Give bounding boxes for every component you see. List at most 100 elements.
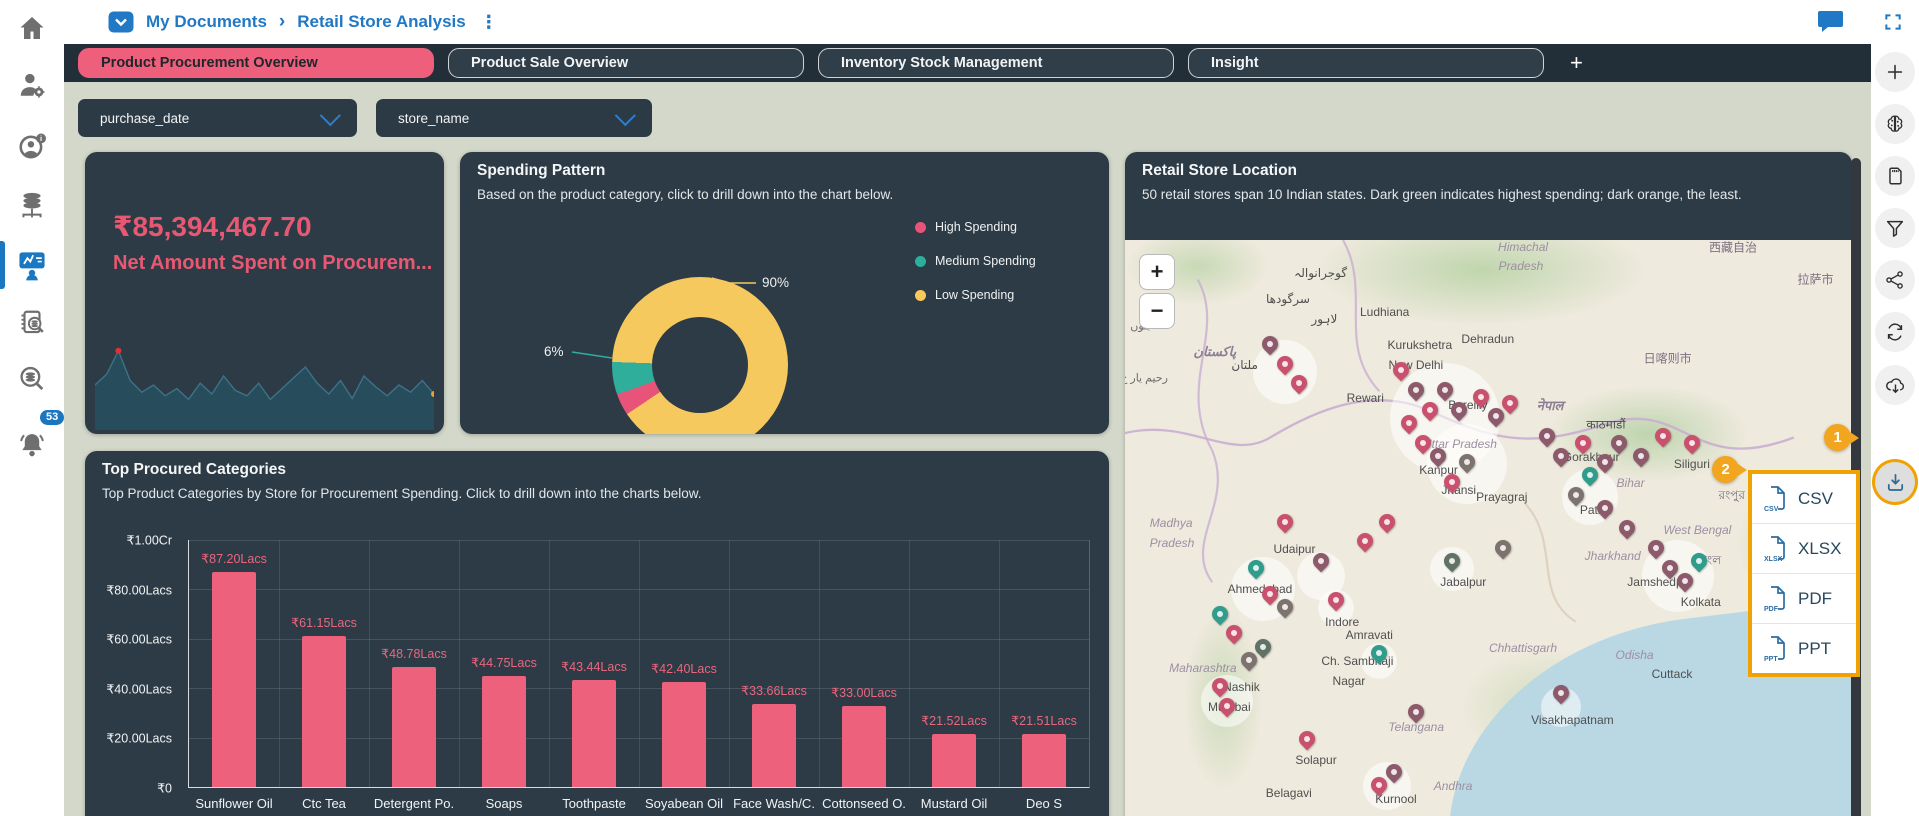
memory-card-button[interactable] — [1875, 156, 1915, 196]
breadcrumb-current[interactable]: Retail Store Analysis — [297, 12, 466, 32]
filter-purchase-date[interactable]: purchase_date — [78, 99, 357, 137]
fullscreen-icon[interactable] — [1883, 12, 1903, 32]
map-place-label: Ahmedabad — [1228, 582, 1293, 596]
dashboard-content: store_namepurchase_date ₹85,394,467.70 N… — [64, 82, 1871, 816]
donut-callout-90: 90% — [762, 275, 789, 290]
user-settings-icon[interactable] — [0, 58, 64, 112]
bar-toothpaste[interactable] — [572, 680, 616, 787]
export-pdf-option[interactable]: PDFPDF — [1752, 574, 1856, 624]
filter-store-name[interactable]: store_name — [376, 99, 652, 137]
export-xlsx-option[interactable]: XLSXXLSX — [1752, 524, 1856, 574]
map-place-label: Kurnool — [1375, 792, 1416, 806]
breadcrumb: My Documents › Retail Store Analysis ⋮ — [108, 11, 498, 33]
tab-insight[interactable]: Insight — [1188, 48, 1544, 78]
database-network-icon[interactable] — [0, 178, 64, 232]
leaflet-map[interactable]: + − Leaflet | OpenStreetMap گوجرانوالہسر… — [1125, 240, 1852, 816]
bar-sunflower-oil[interactable] — [212, 572, 256, 787]
bar-detergent-po[interactable] — [392, 667, 436, 787]
bar-value-label: ₹48.78Lacs — [381, 646, 447, 661]
map-place-label: Bihar — [1617, 476, 1645, 490]
funnel-icon — [1884, 217, 1906, 239]
annotation-step-2-badge: 2 — [1712, 456, 1739, 483]
map-place-label: Odisha — [1616, 648, 1654, 662]
top-bar: My Documents › Retail Store Analysis ⋮ — [64, 0, 1919, 44]
export-ppt-option[interactable]: PPT PPT — [1752, 624, 1856, 673]
chat-icon[interactable] — [1818, 11, 1843, 32]
top-procured-categories-card: Top Procured Categories Top Product Cate… — [85, 451, 1109, 816]
download-button[interactable] — [1875, 462, 1915, 502]
notifications-bell-icon[interactable]: 53 — [0, 418, 64, 472]
tab-product-sale-overview[interactable]: Product Sale Overview — [448, 48, 804, 78]
bar-soaps[interactable] — [482, 676, 526, 787]
map-zoom-out-button[interactable]: − — [1139, 293, 1175, 329]
y-axis-tick: ₹60.00Lacs — [106, 632, 172, 647]
tab-product-procurement-overview[interactable]: Product Procurement Overview — [78, 48, 434, 78]
x-axis-label: Sunflower Oil — [195, 796, 272, 811]
bar-ctc-tea[interactable] — [302, 636, 346, 787]
bar-value-label: ₹21.51Lacs — [1011, 713, 1077, 728]
legend-dot — [915, 256, 926, 267]
memory-card-icon — [1884, 165, 1906, 187]
map-place-label: Amravati — [1346, 628, 1393, 642]
breadcrumb-root[interactable]: My Documents — [146, 12, 267, 32]
folder-collapse-icon[interactable] — [108, 11, 134, 33]
bar-chart-plot: ₹87.20LacsSunflower Oil₹61.15LacsCtc Tea… — [188, 540, 1090, 788]
refresh-button[interactable] — [1875, 312, 1915, 352]
kebab-menu-icon[interactable]: ⋮ — [480, 12, 498, 33]
cloud-download-button[interactable] — [1875, 365, 1915, 405]
map-place-label: Madhya — [1150, 516, 1193, 530]
kpi-sparkline-chart[interactable] — [95, 340, 434, 430]
bar-deo-s[interactable] — [1022, 734, 1066, 787]
map-place-label: Jabalpur — [1440, 575, 1486, 589]
y-axis-tick: ₹0 — [157, 781, 172, 796]
filter-button[interactable] — [1875, 208, 1915, 248]
download-icon — [1884, 471, 1907, 494]
x-axis-label: Toothpaste — [562, 796, 626, 811]
y-axis-tick: ₹80.00Lacs — [106, 582, 172, 597]
svg-text:CSV: CSV — [1764, 506, 1779, 513]
notebook-search-icon[interactable] — [0, 296, 64, 350]
map-place-label: Indore — [1325, 615, 1359, 629]
add-tab-button[interactable]: + — [1570, 50, 1583, 76]
map-title: Retail Store Location — [1142, 162, 1297, 180]
bar-column-toothpaste: ₹43.44LacsToothpaste — [549, 540, 640, 787]
bar-column-detergent-po: ₹48.78LacsDetergent Po. — [369, 540, 460, 787]
user-info-icon[interactable]: i — [0, 120, 64, 174]
export-format-menu: CSVCSVXLSXXLSXPDFPDF PPT PPT — [1748, 470, 1860, 677]
export-csv-option[interactable]: CSVCSV — [1752, 474, 1856, 524]
map-place-label: Pradesh — [1499, 259, 1544, 273]
dashboard-report-icon[interactable] — [0, 238, 64, 292]
bar-value-label: ₹87.20Lacs — [201, 551, 267, 566]
bar-column-deo-s: ₹21.51LacsDeo S — [999, 540, 1090, 787]
share-button[interactable] — [1875, 260, 1915, 300]
bar-face-wash-c[interactable] — [752, 704, 796, 787]
x-axis-label: Soaps — [486, 796, 523, 811]
legend-item-low-spending[interactable]: Low Spending — [915, 288, 1036, 302]
map-zoom-controls: + − — [1139, 254, 1175, 329]
map-zoom-in-button[interactable]: + — [1139, 254, 1175, 290]
retail-store-location-card: Retail Store Location 50 retail stores s… — [1125, 152, 1852, 816]
ai-brain-button[interactable] — [1875, 104, 1915, 144]
export-option-label: PPT — [1798, 639, 1831, 659]
add-button[interactable] — [1875, 52, 1915, 92]
refresh-icon — [1884, 321, 1906, 343]
bar-soyabean-oil[interactable] — [662, 682, 706, 787]
bar-column-face-wash-c: ₹33.66LacsFace Wash/C. — [729, 540, 820, 787]
x-axis-label: Face Wash/C. — [733, 796, 815, 811]
spending-donut-chart[interactable] — [612, 277, 788, 434]
svg-text:i: i — [40, 134, 42, 143]
bar-mustard-oil[interactable] — [932, 734, 976, 787]
map-place-label: Nagar — [1333, 674, 1366, 688]
bar-value-label: ₹21.52Lacs — [921, 713, 987, 728]
bar-cottonseed-o[interactable] — [842, 706, 886, 788]
file-ppt-icon: PPT — [1764, 635, 1788, 663]
chevron-down-icon — [615, 105, 636, 126]
legend-item-medium-spending[interactable]: Medium Spending — [915, 254, 1036, 268]
legend-item-high-spending[interactable]: High Spending — [915, 220, 1036, 234]
tab-inventory-stock-management[interactable]: Inventory Stock Management — [818, 48, 1174, 78]
data-search-icon[interactable] — [0, 352, 64, 406]
map-place-label: 日喀则市 — [1644, 350, 1692, 367]
map-place-label: काठमाडौं — [1586, 416, 1625, 433]
home-icon[interactable] — [0, 1, 64, 55]
x-axis-label: Soyabean Oil — [645, 796, 723, 811]
